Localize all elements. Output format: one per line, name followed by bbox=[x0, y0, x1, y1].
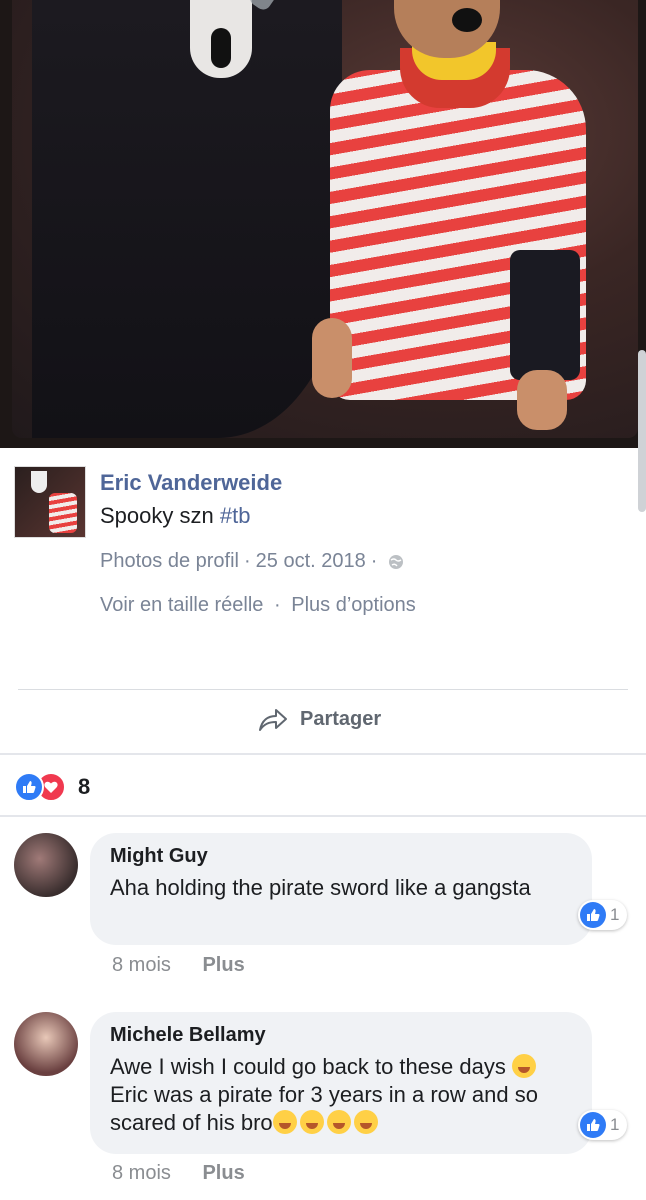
thumbnail-mask bbox=[31, 471, 47, 493]
comment-bubble[interactable]: Michele Bellamy Awe I wish I could go ba… bbox=[90, 1012, 592, 1154]
tongue-emoji-icon bbox=[299, 1110, 324, 1134]
like-count: 1 bbox=[610, 1115, 620, 1134]
hand-left bbox=[312, 318, 352, 398]
post-caption: Spooky szn #tb bbox=[100, 503, 250, 529]
post-thumbnail[interactable] bbox=[14, 466, 86, 538]
globe-icon bbox=[389, 554, 404, 569]
comment-meta: 8 mois Plus bbox=[112, 954, 245, 977]
comment-author[interactable]: Might Guy bbox=[110, 845, 572, 868]
comment-bubble[interactable]: Might Guy Aha holding the pirate sword l… bbox=[90, 833, 592, 945]
thumbnail-shirt bbox=[49, 493, 77, 533]
share-icon bbox=[259, 709, 287, 731]
comment-time[interactable]: 8 mois bbox=[112, 954, 171, 976]
post-author[interactable]: Eric Vanderweide bbox=[100, 470, 282, 496]
like-reaction-icon bbox=[14, 772, 44, 802]
hand-right bbox=[517, 370, 567, 430]
avatar[interactable] bbox=[14, 833, 78, 897]
album-link[interactable]: Photos de profil bbox=[100, 550, 239, 573]
comment-more-link[interactable]: Plus bbox=[202, 1162, 244, 1184]
comment-author[interactable]: Michele Bellamy bbox=[110, 1024, 572, 1047]
hashtag-link[interactable]: #tb bbox=[220, 503, 251, 528]
links-separator: · bbox=[274, 594, 281, 616]
scrollbar-thumb[interactable] bbox=[638, 350, 646, 512]
dark-sleeve bbox=[510, 250, 580, 380]
comment-more-link[interactable]: Plus bbox=[202, 954, 244, 976]
share-label: Partager bbox=[300, 707, 382, 730]
reactions-summary[interactable]: 8 bbox=[14, 772, 90, 802]
post-links: Voir en taille réelle · Plus d’options bbox=[100, 594, 416, 617]
huffing-emoji-icon bbox=[326, 1110, 351, 1134]
ghostface-costume bbox=[32, 0, 342, 438]
mask-mouth bbox=[211, 28, 231, 68]
divider bbox=[18, 689, 628, 690]
comment-like-count[interactable]: 1 bbox=[578, 900, 628, 930]
divider bbox=[0, 815, 646, 817]
post-date[interactable]: 25 oct. 2018 bbox=[256, 550, 366, 573]
more-options-link[interactable]: Plus d’options bbox=[291, 594, 416, 616]
divider bbox=[0, 753, 646, 755]
comment-text: Aha holding the pirate sword like a gang… bbox=[110, 875, 531, 900]
avatar[interactable] bbox=[14, 1012, 78, 1076]
comment-meta: 8 mois Plus bbox=[112, 1162, 245, 1185]
like-icon bbox=[580, 902, 606, 928]
post-photo[interactable] bbox=[0, 0, 646, 448]
like-icon bbox=[580, 1112, 606, 1138]
comment-text: Awe I wish I could go back to these days… bbox=[110, 1053, 572, 1137]
tongue-emoji-icon bbox=[511, 1054, 536, 1078]
eyepatch bbox=[452, 8, 482, 32]
comment-text-part: Eric was a pirate for 3 years in a row a… bbox=[110, 1082, 538, 1135]
laughing-emoji-icon bbox=[272, 1110, 297, 1134]
comment-text-part: Awe I wish I could go back to these days bbox=[110, 1054, 512, 1079]
comment-like-count[interactable]: 1 bbox=[578, 1110, 628, 1140]
comment-time[interactable]: 8 mois bbox=[112, 1162, 171, 1184]
meta-separator-2: · bbox=[370, 550, 378, 572]
huffing-emoji-icon bbox=[353, 1110, 378, 1134]
reaction-count: 8 bbox=[78, 774, 91, 799]
meta-separator: · bbox=[243, 550, 251, 572]
share-button[interactable]: Partager bbox=[258, 706, 381, 732]
photo-content bbox=[12, 0, 638, 438]
like-count: 1 bbox=[610, 905, 620, 924]
caption-text: Spooky szn bbox=[100, 503, 220, 528]
view-full-size-link[interactable]: Voir en taille réelle bbox=[100, 594, 263, 616]
post-meta: Photos de profil · 25 oct. 2018 · bbox=[100, 550, 404, 573]
